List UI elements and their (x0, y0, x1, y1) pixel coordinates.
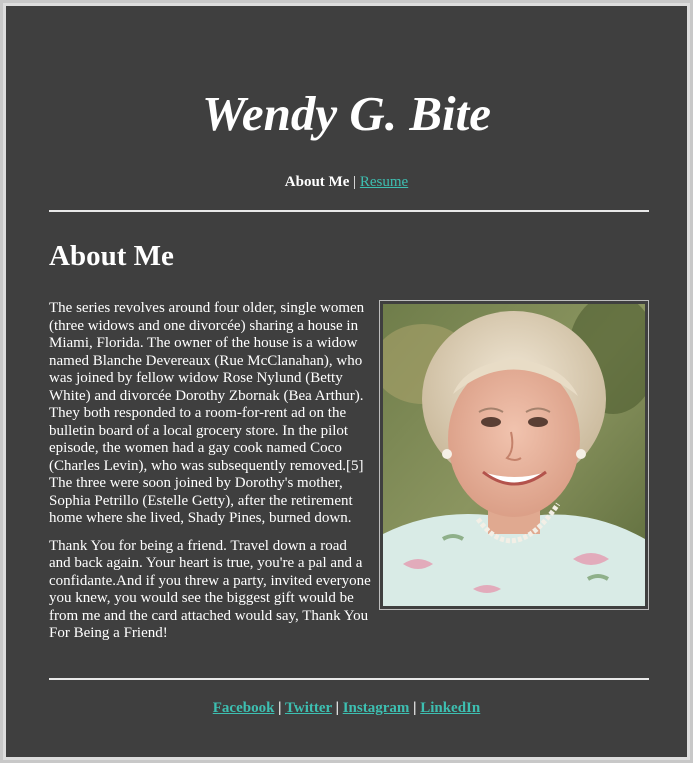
site-title: Wendy G. Bite (202, 86, 491, 141)
portrait-photo (379, 300, 649, 610)
portrait-image (383, 304, 645, 606)
page-frame: Wendy G. Bite About Me | Resume About Me (3, 3, 690, 760)
bottom-divider (49, 678, 649, 680)
nav-resume-link[interactable]: Resume (360, 174, 408, 190)
instagram-link[interactable]: Instagram (343, 700, 410, 716)
footer-separator: | (413, 700, 417, 716)
section-heading: About Me (49, 240, 174, 272)
linkedin-link[interactable]: LinkedIn (420, 700, 480, 716)
nav-separator: | (353, 174, 357, 190)
nav-about-me: About Me (284, 174, 350, 190)
footer-separator: | (335, 700, 339, 716)
top-divider (49, 210, 649, 212)
twitter-link[interactable]: Twitter (285, 700, 332, 716)
about-content: The series revolves around four older, s… (49, 300, 649, 653)
top-nav: About Me | Resume (6, 174, 687, 191)
facebook-link[interactable]: Facebook (213, 700, 275, 716)
footer-links: Facebook | Twitter | Instagram | LinkedI… (6, 700, 687, 717)
footer-separator: | (278, 700, 282, 716)
